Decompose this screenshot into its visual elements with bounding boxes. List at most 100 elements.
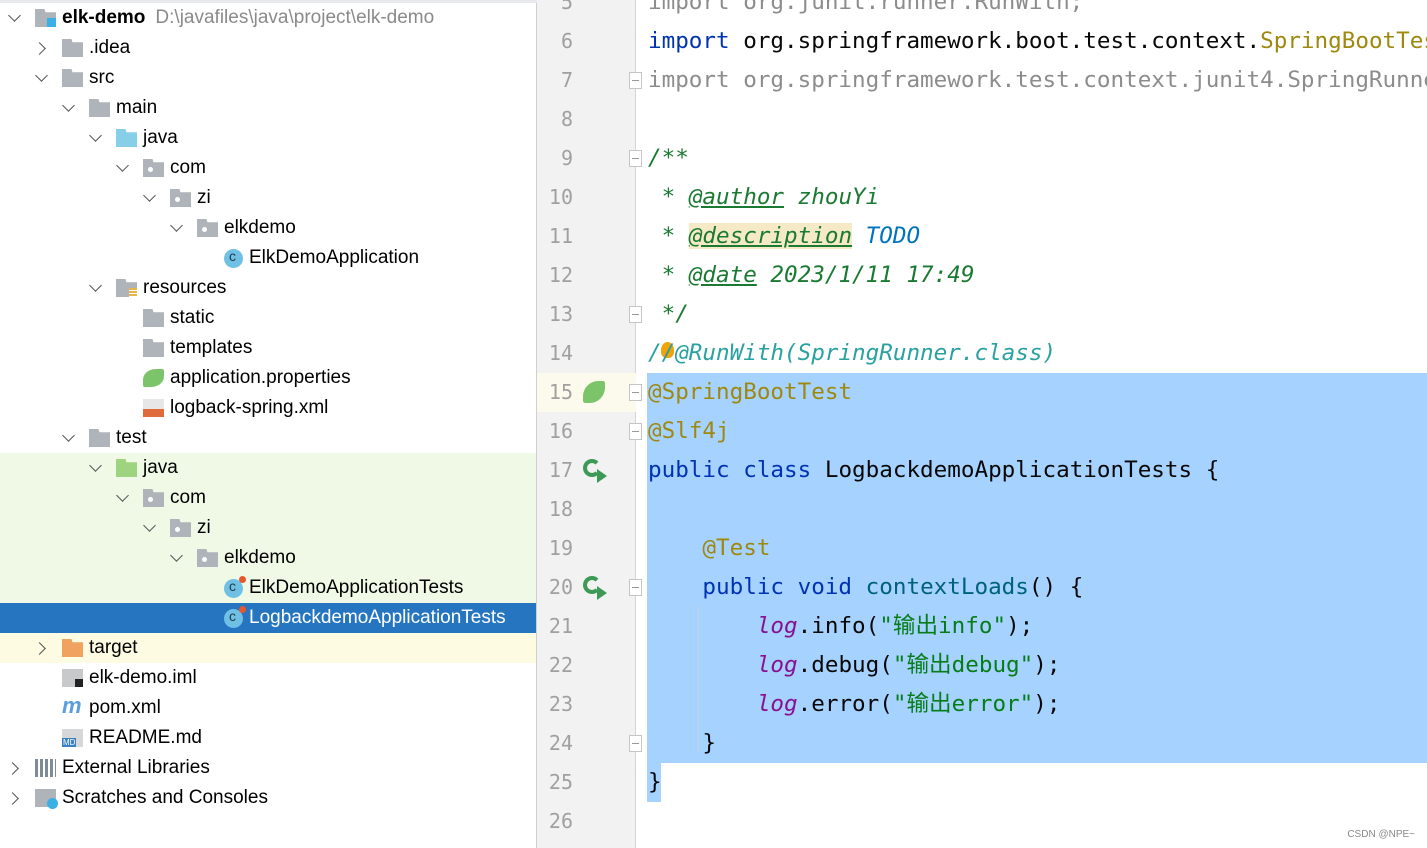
code-line[interactable]: 22 log.debug("输出debug"); <box>537 646 1427 685</box>
code-token: * <box>648 223 689 249</box>
fold-icon[interactable] <box>629 72 642 89</box>
folder-icon <box>143 339 164 357</box>
chevron-down-icon[interactable] <box>116 491 130 505</box>
tree-item-label: test <box>116 427 147 448</box>
tree-item[interactable]: main <box>0 93 536 123</box>
chevron-down-icon[interactable] <box>62 431 76 445</box>
chevron-down-icon[interactable] <box>170 221 184 235</box>
chevron-down-icon[interactable] <box>143 521 157 535</box>
code-line[interactable]: 23 log.error("输出error"); <box>537 685 1427 724</box>
fold-icon[interactable] <box>629 735 642 752</box>
tree-item[interactable]: Scratches and Consoles <box>0 783 536 813</box>
chevron-right-icon[interactable] <box>8 791 22 805</box>
chevron-down-icon[interactable] <box>170 551 184 565</box>
chevron-right-icon[interactable] <box>8 761 22 775</box>
chevron-down-icon[interactable] <box>89 461 103 475</box>
code-line[interactable]: 19 @Test <box>537 529 1427 568</box>
chevron-down-icon[interactable] <box>116 161 130 175</box>
code-token: log <box>756 691 798 717</box>
tree-item[interactable]: README.md <box>0 723 536 753</box>
code-token: //@RunWith(SpringRunner.class) <box>648 340 1057 366</box>
selection-highlight <box>647 490 1427 529</box>
tree-item[interactable]: elkdemo <box>0 543 536 573</box>
tree-item[interactable]: elkdemo <box>0 213 536 243</box>
fold-icon[interactable] <box>629 306 642 323</box>
chevron-down-icon[interactable] <box>143 191 157 205</box>
tree-item-label: LogbackdemoApplicationTests <box>249 607 506 628</box>
tree-item[interactable]: logback-spring.xml <box>0 393 536 423</box>
code-text: log.debug("输出debug"); <box>648 646 1061 685</box>
code-line[interactable]: 24 } <box>537 724 1427 763</box>
code-line[interactable]: 17 public class LogbackdemoApplicationTes… <box>537 451 1427 490</box>
code-line[interactable]: 15 @SpringBootTest <box>537 373 1427 412</box>
tree-item[interactable]: com <box>0 483 536 513</box>
code-line[interactable]: 8 <box>537 100 1427 139</box>
chevron-right-icon[interactable] <box>35 41 49 55</box>
code-line[interactable]: 7 import org.springframework.test.context… <box>537 61 1427 100</box>
tree-item[interactable]: java <box>0 123 536 153</box>
code-line[interactable]: 26 <box>537 802 1427 841</box>
tree-item[interactable]: java <box>0 453 536 483</box>
tree-item[interactable]: resources <box>0 273 536 303</box>
code-text: //@RunWith(SpringRunner.class) <box>648 334 1056 373</box>
tree-item[interactable]: zi <box>0 513 536 543</box>
chevron-down-icon[interactable] <box>89 281 103 295</box>
root-name: elk-demo <box>62 7 146 28</box>
tree-item[interactable]: templates <box>0 333 536 363</box>
code-line[interactable]: 11 * @description TODO <box>537 217 1427 256</box>
tree-item-label: ElkDemoApplicationTests <box>249 577 464 598</box>
fold-icon[interactable] <box>629 384 642 401</box>
tree-item-label: src <box>89 67 115 88</box>
package-icon <box>143 489 164 507</box>
chevron-down-icon[interactable] <box>8 11 22 25</box>
tree-item[interactable]: target <box>0 633 536 663</box>
tree-item[interactable]: test <box>0 423 536 453</box>
code-token: log <box>756 613 798 639</box>
tree-item[interactable]: static <box>0 303 536 333</box>
code-line[interactable]: 10 * @author zhouYi <box>537 178 1427 217</box>
code-line[interactable]: 21 log.info("输出info"); <box>537 607 1427 646</box>
fold-icon[interactable] <box>629 423 642 440</box>
fold-icon[interactable] <box>629 150 642 167</box>
tree-item[interactable]: com <box>0 153 536 183</box>
tree-root-elk-demo[interactable]: elk-demo D:\javafiles\java\project\elk-d… <box>0 3 536 33</box>
tree-item[interactable]: zi <box>0 183 536 213</box>
run-test-icon[interactable] <box>583 576 607 600</box>
tree-item[interactable]: External Libraries <box>0 753 536 783</box>
line-number: 7 <box>560 68 573 92</box>
code-line[interactable]: 18 <box>537 490 1427 529</box>
tree-item[interactable]: pom.xml <box>0 693 536 723</box>
tree-item[interactable]: src <box>0 63 536 93</box>
code-line[interactable]: 13 */ <box>537 295 1427 334</box>
chevron-right-icon[interactable] <box>35 641 49 655</box>
tree-item[interactable]: application.properties <box>0 363 536 393</box>
tree-item[interactable]: ElkDemoApplication <box>0 243 536 273</box>
tree-item[interactable]: LogbackdemoApplicationTests <box>0 603 536 633</box>
code-line[interactable]: 6 import org.springframework.boot.test.co… <box>537 22 1427 61</box>
code-editor[interactable]: 5 import org.junit.runner.RunWith; 6 import… <box>537 0 1427 848</box>
line-number: 25 <box>548 770 573 794</box>
tree-item[interactable]: ElkDemoApplicationTests <box>0 573 536 603</box>
code-line[interactable]: 20 public void contextLoads() { <box>537 568 1427 607</box>
fold-icon[interactable] <box>629 579 642 596</box>
tree-item[interactable]: .idea <box>0 33 536 63</box>
code-token: public void <box>648 574 866 600</box>
tree-item[interactable]: elk-demo.iml <box>0 663 536 693</box>
code-line[interactable]: 12 * @date 2023/1/11 17:49 <box>537 256 1427 295</box>
line-number: 21 <box>548 614 573 638</box>
chevron-down-icon[interactable] <box>62 101 76 115</box>
code-line[interactable]: 9 /** <box>537 139 1427 178</box>
code-line[interactable]: 25} <box>537 763 1427 802</box>
line-number: 20 <box>548 575 573 599</box>
code-text: * @author zhouYi <box>648 178 880 217</box>
code-line[interactable]: 16 @Slf4j <box>537 412 1427 451</box>
chevron-down-icon[interactable] <box>89 131 103 145</box>
chevron-down-icon[interactable] <box>35 71 49 85</box>
code-line[interactable]: 14 //@RunWith(SpringRunner.class) <box>537 334 1427 373</box>
root-path: D:\javafiles\java\project\elk-demo <box>155 7 435 28</box>
run-test-icon[interactable] <box>583 459 607 483</box>
code-line[interactable]: 5 import org.junit.runner.RunWith; <box>537 0 1427 22</box>
